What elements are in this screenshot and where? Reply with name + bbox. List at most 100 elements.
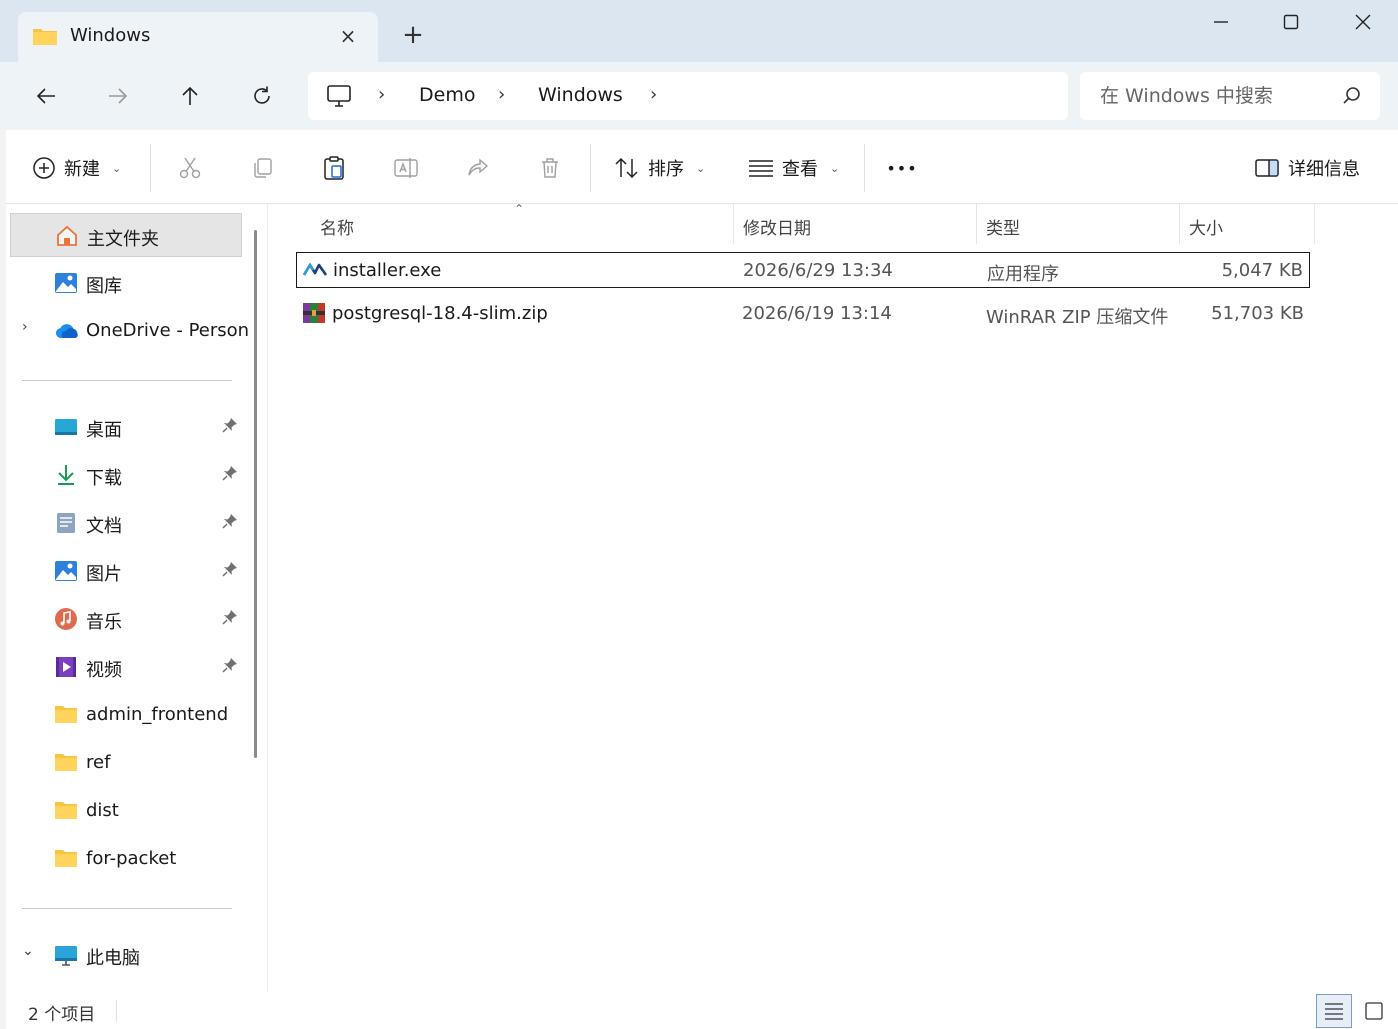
minimize-button[interactable]: [1198, 6, 1244, 38]
close-window-button[interactable]: [1340, 6, 1386, 38]
minimize-icon: [1214, 21, 1228, 23]
column-divider[interactable]: [1179, 204, 1180, 244]
nav-label: 文档: [86, 516, 122, 537]
tab-close-icon[interactable]: ×: [332, 22, 364, 50]
divider: [22, 380, 232, 381]
copy-button[interactable]: [242, 148, 282, 188]
divider: [116, 1000, 117, 1022]
computer-icon[interactable]: [326, 84, 352, 112]
nav-label: admin_frontend: [86, 704, 229, 725]
maximize-button[interactable]: [1268, 6, 1314, 38]
column-divider[interactable]: [976, 204, 977, 244]
folder-icon: [54, 799, 78, 823]
breadcrumb-separator[interactable]: ›: [378, 84, 385, 105]
add-circle-icon: [33, 157, 55, 179]
column-header-name[interactable]: 名称: [320, 214, 354, 239]
cut-button[interactable]: [170, 148, 210, 188]
nav-item-documents[interactable]: 文档: [10, 501, 242, 545]
pin-icon[interactable]: [222, 609, 238, 629]
new-tab-button[interactable]: +: [396, 20, 430, 50]
nav-item-onedrive[interactable]: › OneDrive - Person: [10, 309, 249, 353]
column-header-date[interactable]: 修改日期: [743, 214, 811, 239]
pin-icon[interactable]: [222, 513, 238, 533]
share-button[interactable]: [458, 148, 498, 188]
details-pane-icon: [1255, 159, 1279, 177]
pin-icon[interactable]: [222, 561, 238, 581]
details-pane-button[interactable]: 详细信息: [1254, 148, 1360, 188]
maximize-icon: [1283, 14, 1299, 30]
nav-item-home[interactable]: 主文件夹: [10, 213, 242, 257]
nav-item-this-pc[interactable]: ⌄ 此电脑: [10, 933, 242, 977]
delete-button[interactable]: [530, 148, 570, 188]
item-count: 2 个项目: [28, 1005, 96, 1025]
sort-button[interactable]: 排序 ⌄: [614, 148, 705, 188]
refresh-button[interactable]: [242, 76, 282, 116]
more-options-button[interactable]: •••: [882, 148, 922, 188]
file-list: ⌃ 名称 修改日期 类型 大小 installer.exe 2026/6/29 …: [272, 202, 1398, 992]
nav-label: for-packet: [86, 848, 177, 869]
breadcrumb-demo[interactable]: Demo: [419, 84, 475, 106]
clipboard-icon: [324, 156, 344, 180]
new-button[interactable]: 新建 ⌄: [32, 148, 121, 188]
column-divider[interactable]: [1314, 204, 1315, 244]
scissors-icon: [179, 157, 201, 179]
search-input[interactable]: [1100, 82, 1330, 110]
nav-item-downloads[interactable]: 下载: [10, 453, 242, 497]
column-divider[interactable]: [733, 204, 734, 244]
tiles-view-button[interactable]: [1356, 994, 1392, 1028]
nav-item-pictures[interactable]: 图片: [10, 549, 242, 593]
address-bar[interactable]: › Demo › Windows ›: [308, 72, 1068, 120]
chevron-down-icon[interactable]: ⌄: [22, 943, 34, 959]
column-header-size[interactable]: 大小: [1189, 214, 1223, 239]
nav-label: OneDrive - Person: [86, 320, 250, 341]
home-icon: [55, 224, 79, 248]
scrollbar[interactable]: [254, 230, 257, 758]
search-box[interactable]: [1080, 72, 1380, 120]
details-view-button[interactable]: [1316, 994, 1352, 1028]
paste-button[interactable]: [314, 148, 354, 188]
tab-windows[interactable]: Windows ×: [18, 12, 378, 64]
sort-ascending-icon: ⌃: [514, 202, 525, 216]
nav-item-music[interactable]: 音乐: [10, 597, 242, 641]
title-bar: Windows × +: [0, 0, 1398, 64]
rename-icon: [394, 158, 418, 178]
navigation-pane: 主文件夹 图库 › OneDrive - Person 桌面 下载 文档 图片 …: [6, 204, 268, 992]
nav-item-admin-frontend[interactable]: admin_frontend: [10, 693, 242, 737]
nav-label: 视频: [86, 660, 122, 681]
sort-icon: [615, 157, 638, 179]
nav-item-videos[interactable]: 视频: [10, 645, 242, 689]
file-name: postgresql-18.4-slim.zip: [332, 303, 548, 324]
pin-icon[interactable]: [222, 657, 238, 677]
nav-item-for-packet[interactable]: for-packet: [10, 837, 242, 881]
new-button-label: 新建: [64, 159, 100, 180]
column-header-type[interactable]: 类型: [986, 214, 1020, 239]
close-icon: [1355, 14, 1371, 30]
pin-icon[interactable]: [222, 465, 238, 485]
nav-item-dist[interactable]: dist: [10, 789, 242, 833]
breadcrumb-separator[interactable]: ›: [498, 84, 505, 105]
table-row[interactable]: postgresql-18.4-slim.zip 2026/6/19 13:14…: [296, 296, 1310, 332]
nav-item-desktop[interactable]: 桌面: [10, 405, 242, 449]
chevron-right-icon[interactable]: ›: [22, 319, 28, 335]
search-icon[interactable]: [1342, 86, 1362, 110]
sort-button-label: 排序: [648, 159, 684, 180]
pin-icon[interactable]: [222, 417, 238, 437]
nav-label: 音乐: [86, 612, 122, 633]
table-row[interactable]: installer.exe 2026/6/29 13:34 应用程序 5,047…: [296, 252, 1310, 288]
nav-item-ref[interactable]: ref: [10, 741, 242, 785]
rename-button[interactable]: [386, 148, 426, 188]
forward-button[interactable]: [98, 76, 138, 116]
breadcrumb-windows[interactable]: Windows: [538, 84, 623, 106]
file-explorer-window: Windows × + › Demo › Windows › 在 Windows…: [0, 0, 1398, 1029]
nav-label: 下载: [86, 468, 122, 489]
nav-label: dist: [86, 800, 119, 821]
arrow-right-icon: [109, 88, 128, 104]
nav-label: 桌面: [86, 420, 122, 441]
chevron-down-icon: ⌄: [696, 161, 706, 175]
nav-item-gallery[interactable]: 图库: [10, 261, 242, 305]
view-button[interactable]: 查看 ⌄: [748, 148, 839, 188]
up-button[interactable]: [170, 76, 210, 116]
breadcrumb-separator[interactable]: ›: [650, 84, 657, 105]
back-button[interactable]: [26, 76, 66, 116]
tiles-view-icon: [1365, 1002, 1383, 1020]
